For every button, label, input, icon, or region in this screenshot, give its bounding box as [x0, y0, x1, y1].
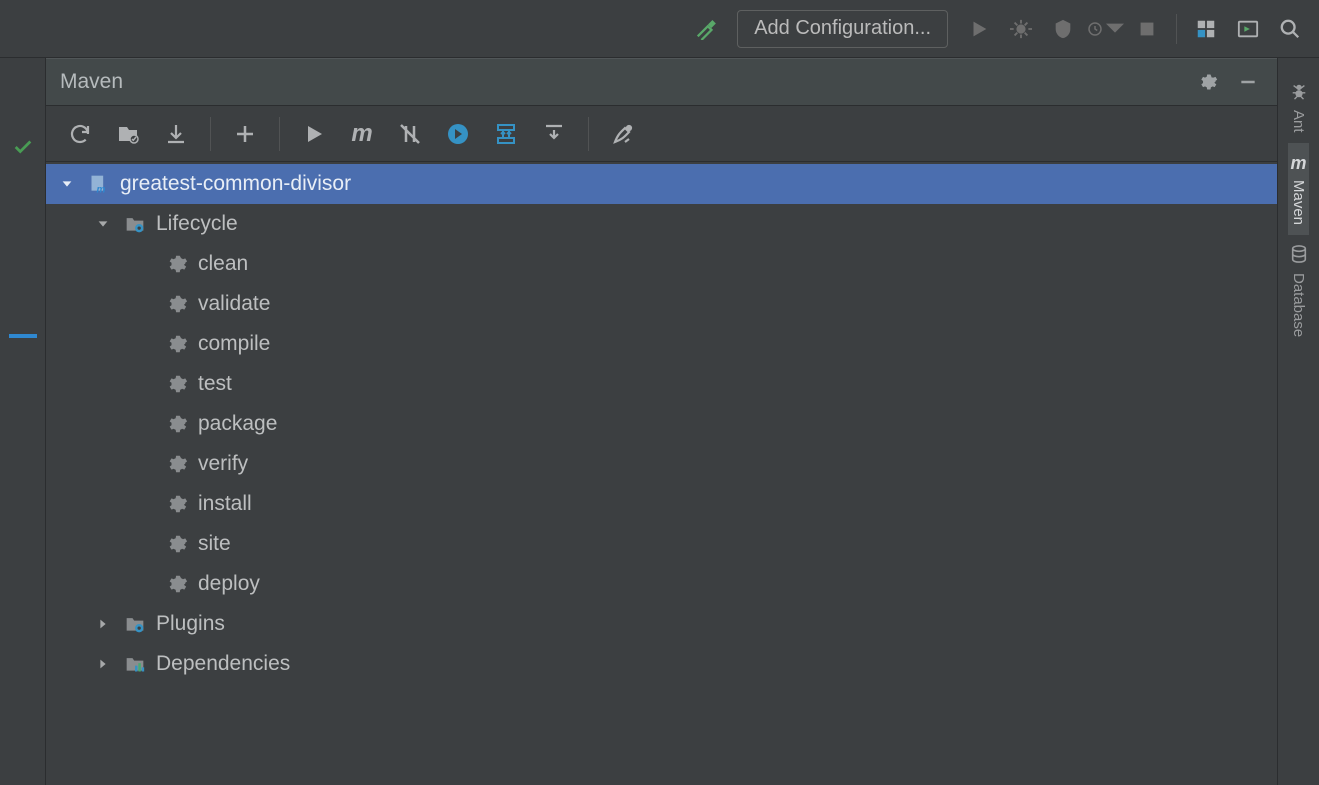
goal-compile[interactable]: compile: [46, 324, 1277, 364]
coverage-icon[interactable]: [1044, 10, 1082, 48]
goal-label: site: [198, 532, 231, 556]
folder-gear-icon: [122, 614, 148, 634]
panel-settings-icon[interactable]: [1193, 67, 1223, 97]
search-icon[interactable]: [1271, 10, 1309, 48]
gear-icon: [164, 493, 190, 515]
maven-toolbar: m: [46, 106, 1277, 162]
toggle-offline-icon[interactable]: [390, 114, 430, 154]
download-sources-icon[interactable]: [156, 114, 196, 154]
add-project-icon[interactable]: [225, 114, 265, 154]
gutter-marker: [9, 334, 37, 338]
project-label: greatest-common-divisor: [120, 172, 351, 196]
chevron-right-icon[interactable]: [92, 657, 114, 671]
tab-ant[interactable]: Ant: [1288, 72, 1310, 143]
gear-icon: [164, 413, 190, 435]
panel-header: Maven: [46, 58, 1277, 106]
goal-label: clean: [198, 252, 248, 276]
plugins-node[interactable]: Plugins: [46, 604, 1277, 644]
add-configuration-label: Add Configuration...: [754, 17, 931, 40]
maven-project-icon: m: [86, 174, 112, 194]
execute-goal-icon[interactable]: m: [342, 114, 382, 154]
maven-toolbar-sep1: [210, 117, 211, 151]
goal-test[interactable]: test: [46, 364, 1277, 404]
goal-label: deploy: [198, 572, 260, 596]
debug-icon[interactable]: [1002, 10, 1040, 48]
goal-clean[interactable]: clean: [46, 244, 1277, 284]
tab-maven[interactable]: m Maven: [1288, 143, 1309, 235]
maven-tree[interactable]: m greatest-common-divisor Lifecycle clea…: [46, 162, 1277, 785]
show-dependencies-icon[interactable]: [486, 114, 526, 154]
goal-label: compile: [198, 332, 270, 356]
chevron-down-icon[interactable]: [56, 177, 78, 191]
tab-label: Maven: [1290, 180, 1307, 225]
folder-gear-icon: [122, 214, 148, 234]
chevron-right-icon[interactable]: [92, 617, 114, 631]
lifecycle-node[interactable]: Lifecycle: [46, 204, 1277, 244]
body-row: Maven m: [0, 58, 1319, 785]
maven-toolbar-sep2: [279, 117, 280, 151]
gear-icon: [164, 453, 190, 475]
goal-deploy[interactable]: deploy: [46, 564, 1277, 604]
goal-label: package: [198, 412, 277, 436]
run-maven-icon[interactable]: [294, 114, 334, 154]
tab-database[interactable]: Database: [1288, 235, 1310, 347]
left-gutter: [0, 58, 46, 785]
right-tool-strip: Ant m Maven Database: [1277, 58, 1319, 785]
maven-icon: m: [1291, 153, 1307, 174]
maven-panel: Maven m: [46, 58, 1277, 785]
ant-icon: [1290, 82, 1308, 104]
gear-icon: [164, 253, 190, 275]
goal-package[interactable]: package: [46, 404, 1277, 444]
add-configuration-button[interactable]: Add Configuration...: [737, 10, 948, 48]
project-structure-icon[interactable]: [1187, 10, 1225, 48]
plugins-label: Plugins: [156, 612, 225, 636]
main-toolbar: Add Configuration...: [0, 0, 1319, 58]
gear-icon: [164, 573, 190, 595]
goal-verify[interactable]: verify: [46, 444, 1277, 484]
panel-title: Maven: [60, 70, 1183, 94]
toolbar-separator: [1176, 14, 1177, 44]
maven-toolbar-sep3: [588, 117, 589, 151]
tab-label: Ant: [1290, 110, 1307, 133]
goal-label: validate: [198, 292, 270, 316]
dependencies-node[interactable]: Dependencies: [46, 644, 1277, 684]
goal-site[interactable]: site: [46, 524, 1277, 564]
run-anything-icon[interactable]: [1229, 10, 1267, 48]
gear-icon: [164, 293, 190, 315]
gear-icon: [164, 373, 190, 395]
toggle-skiptests-icon[interactable]: [438, 114, 478, 154]
dependencies-label: Dependencies: [156, 652, 290, 676]
run-icon[interactable]: [960, 10, 998, 48]
goal-label: install: [198, 492, 252, 516]
lifecycle-label: Lifecycle: [156, 212, 238, 236]
gear-icon: [164, 333, 190, 355]
goal-validate[interactable]: validate: [46, 284, 1277, 324]
tab-label: Database: [1290, 273, 1307, 337]
panel-hide-icon[interactable]: [1233, 67, 1263, 97]
status-check-icon: [12, 136, 34, 162]
gear-icon: [164, 533, 190, 555]
project-node[interactable]: m greatest-common-divisor: [46, 164, 1277, 204]
goal-label: test: [198, 372, 232, 396]
goal-install[interactable]: install: [46, 484, 1277, 524]
build-icon[interactable]: [687, 10, 725, 48]
stop-icon: [1128, 10, 1166, 48]
folder-bars-icon: [122, 654, 148, 674]
profile-icon[interactable]: [1086, 10, 1124, 48]
chevron-down-icon[interactable]: [92, 217, 114, 231]
collapse-all-icon[interactable]: [534, 114, 574, 154]
maven-settings-icon[interactable]: [603, 114, 643, 154]
goal-label: verify: [198, 452, 248, 476]
reload-icon[interactable]: [60, 114, 100, 154]
svg-text:m: m: [97, 184, 106, 194]
database-icon: [1290, 245, 1308, 267]
generate-sources-icon[interactable]: [108, 114, 148, 154]
